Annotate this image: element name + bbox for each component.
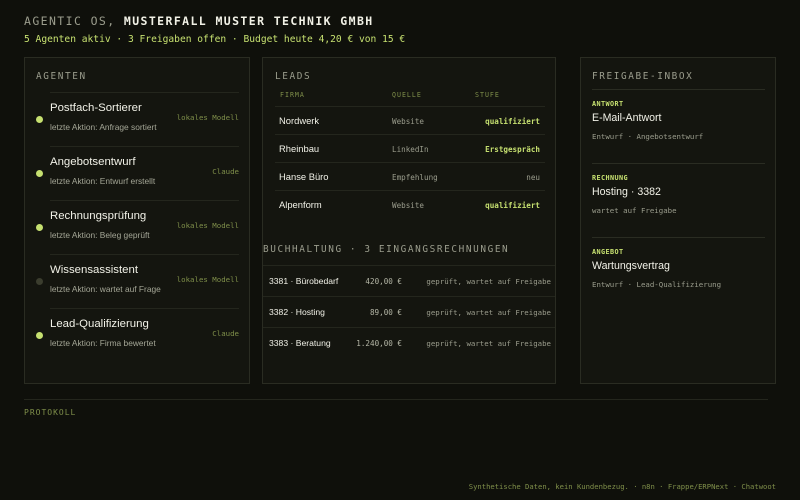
- lead-stufe: Erstgespräch: [485, 145, 540, 154]
- divider: [50, 254, 239, 255]
- status-dot-icon: [36, 332, 43, 339]
- status-dot-icon: [36, 224, 43, 231]
- lead-quelle: Website: [392, 201, 425, 210]
- lead-row[interactable]: Alpenform Website qualifiziert: [275, 190, 545, 218]
- protokoll-title: PROTOKOLL: [24, 408, 77, 417]
- agent-last-action: letzte Aktion: Anfrage sortiert: [50, 122, 157, 132]
- invoice-amount: 420,00 €: [365, 277, 402, 286]
- agent-name: Postfach-Sortierer: [50, 102, 142, 114]
- invoice-name: 3383 · Beratung: [269, 338, 331, 348]
- status-dot-icon: [36, 170, 43, 177]
- approval-subtitle: Entwurf · Lead-Qualifizierung: [592, 280, 722, 289]
- invoice-amount: 89,00 €: [369, 308, 402, 317]
- app-header: AGENTIC OS, MUSTERFALL MUSTER TECHNIK GM…: [24, 14, 405, 45]
- invoice-row[interactable]: 3383 · Beratung 1.240,00 € geprüft, wart…: [263, 327, 555, 358]
- buchhaltung-title: BUCHHALTUNG · 3 EINGANGSRECHNUNGEN: [263, 244, 510, 255]
- divider: [50, 146, 239, 147]
- agent-model: lokales Modell: [176, 113, 239, 122]
- approval-card[interactable]: ANTWORT E-Mail-Antwort Entwurf · Angebot…: [592, 89, 765, 163]
- invoice-status: geprüft, wartet auf Freigabe: [426, 308, 551, 317]
- approval-card[interactable]: RECHNUNG Hosting · 3382 wartet auf Freig…: [592, 163, 765, 237]
- approval-tag: RECHNUNG: [592, 174, 628, 182]
- lead-stufe: qualifiziert: [485, 201, 540, 210]
- invoice-row[interactable]: 3381 · Bürobedarf 420,00 € geprüft, wart…: [263, 265, 555, 296]
- approval-title: Wartungsvertrag: [592, 260, 670, 272]
- lead-firma: Alpenform: [279, 199, 322, 210]
- agent-name: Angebotsentwurf: [50, 156, 136, 168]
- agent-item[interactable]: Postfach-Sortierer letzte Aktion: Anfrag…: [36, 92, 239, 146]
- agent-model: Claude: [212, 167, 239, 176]
- lead-firma: Hanse Büro: [279, 171, 329, 182]
- column-header-firma: FIRMA: [280, 91, 305, 99]
- invoice-status: geprüft, wartet auf Freigabe: [426, 277, 551, 286]
- agent-last-action: letzte Aktion: wartet auf Frage: [50, 284, 161, 294]
- agent-last-action: letzte Aktion: Firma bewertet: [50, 338, 156, 348]
- agent-model: lokales Modell: [176, 221, 239, 230]
- divider: [50, 308, 239, 309]
- agent-name: Wissensassistent: [50, 264, 138, 276]
- lead-quelle: LinkedIn: [392, 145, 429, 154]
- agent-name: Rechnungsprüfung: [50, 210, 147, 222]
- agent-item[interactable]: Wissensassistent letzte Aktion: wartet a…: [36, 254, 239, 308]
- title-prefix: AGENTIC OS,: [24, 14, 116, 28]
- agent-last-action: letzte Aktion: Entwurf erstellt: [50, 176, 156, 186]
- lead-firma: Rheinbau: [279, 143, 320, 154]
- agents-panel: AGENTEN Postfach-Sortierer letzte Aktion…: [24, 57, 250, 384]
- agent-model: Claude: [212, 329, 239, 338]
- agent-item[interactable]: Lead-Qualifizierung letzte Aktion: Firma…: [36, 308, 239, 362]
- agent-item[interactable]: Angebotsentwurf letzte Aktion: Entwurf e…: [36, 146, 239, 200]
- divider: [24, 399, 768, 400]
- lead-firma: Nordwerk: [279, 115, 320, 126]
- lead-row[interactable]: Nordwerk Website qualifiziert: [275, 106, 545, 134]
- invoice-name: 3382 · Hosting: [269, 307, 325, 317]
- status-summary: 5 Agenten aktiv · 3 Freigaben offen · Bu…: [24, 34, 406, 45]
- agents-panel-title: AGENTEN: [36, 71, 87, 82]
- leads-panel-title: LEADS: [275, 71, 312, 82]
- status-dot-icon: [36, 116, 43, 123]
- approval-tag: ANTWORT: [592, 100, 624, 108]
- column-header-stufe: STUFE: [475, 91, 500, 99]
- approval-title: E-Mail-Antwort: [592, 112, 662, 124]
- invoice-row[interactable]: 3382 · Hosting 89,00 € geprüft, wartet a…: [263, 296, 555, 327]
- inbox-panel-title: FREIGABE-INBOX: [592, 71, 694, 82]
- invoice-name: 3381 · Bürobedarf: [269, 276, 339, 286]
- agent-model: lokales Modell: [176, 275, 239, 284]
- agent-last-action: letzte Aktion: Beleg geprüft: [50, 230, 150, 240]
- agent-item[interactable]: Rechnungsprüfung letzte Aktion: Beleg ge…: [36, 200, 239, 254]
- agent-name: Lead-Qualifizierung: [50, 318, 149, 330]
- status-dot-icon: [36, 278, 43, 285]
- company-name: MUSTERFALL MUSTER TECHNIK GMBH: [123, 14, 374, 28]
- footer-note: Synthetische Daten, kein Kundenbezug. · …: [468, 482, 776, 491]
- lead-quelle: Empfehlung: [392, 173, 438, 182]
- approval-card[interactable]: ANGEBOT Wartungsvertrag Entwurf · Lead-Q…: [592, 237, 765, 311]
- column-header-quelle: QUELLE: [392, 91, 422, 99]
- leads-panel: LEADS FIRMA QUELLE STUFE Nordwerk Websit…: [262, 57, 556, 384]
- approval-subtitle: Entwurf · Angebotsentwurf: [592, 132, 704, 141]
- divider: [50, 200, 239, 201]
- app-title: AGENTIC OS, MUSTERFALL MUSTER TECHNIK GM…: [24, 14, 405, 28]
- lead-stufe: neu: [526, 173, 540, 182]
- approval-title: Hosting · 3382: [592, 186, 661, 198]
- lead-row[interactable]: Hanse Büro Empfehlung neu: [275, 162, 545, 190]
- divider: [50, 92, 239, 93]
- approval-inbox-panel: FREIGABE-INBOX ANTWORT E-Mail-Antwort En…: [580, 57, 776, 384]
- approval-tag: ANGEBOT: [592, 248, 624, 256]
- invoice-status: geprüft, wartet auf Freigabe: [426, 339, 551, 348]
- lead-quelle: Website: [392, 117, 425, 126]
- approval-subtitle: wartet auf Freigabe: [592, 206, 677, 215]
- invoice-amount: 1.240,00 €: [356, 339, 402, 348]
- lead-stufe: qualifiziert: [485, 117, 540, 126]
- lead-row[interactable]: Rheinbau LinkedIn Erstgespräch: [275, 134, 545, 162]
